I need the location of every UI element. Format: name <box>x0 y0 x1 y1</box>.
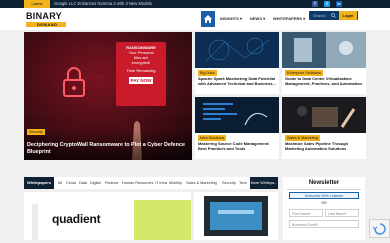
latest-label: Latest <box>24 0 50 8</box>
search-icon[interactable] <box>331 13 336 18</box>
article-card[interactable]: Enterprise Solutions Guide to Data Cente… <box>282 32 366 94</box>
recaptcha-icon <box>372 223 386 235</box>
ransom-timer-label: Time Remaining <box>126 68 156 73</box>
nav-insights[interactable]: INSIGHTS ▾ <box>220 11 242 27</box>
card-image <box>282 97 366 133</box>
site-logo[interactable]: BINARY DEMAND <box>26 12 66 28</box>
tab-cloud[interactable]: Cloud <box>66 177 76 189</box>
whitepaper-tabs: Whitepapers All Cloud Data Digital Finan… <box>24 177 278 189</box>
tab-sales-marketing[interactable]: Sales & Marketing <box>186 177 217 189</box>
article-card[interactable]: Big Data Apache Spark Maximizing Data Po… <box>195 32 279 94</box>
top-ticker-bar: Latest Google LLC Enhances Gemma 2 with … <box>0 0 390 8</box>
nav-news[interactable]: NEWS ▾ <box>250 11 265 27</box>
tab-whitepapers[interactable]: Whitepapers <box>24 177 54 189</box>
logo-binary: BINARY <box>26 11 62 21</box>
tab-security[interactable]: Security <box>222 177 236 189</box>
business-email-field[interactable]: Business Email* <box>289 220 359 228</box>
card-title[interactable]: Mastering Source Code Management: Best P… <box>198 141 278 151</box>
side-whitepaper-image <box>194 192 278 240</box>
home-icon <box>204 15 212 23</box>
linkedin-subscribe-button[interactable]: Subscribe With LinkedIn <box>289 192 359 199</box>
newsletter-panel: Newsletter Subscribe With LinkedIn OR Fi… <box>283 177 365 240</box>
tab-data[interactable]: Data <box>79 177 87 189</box>
hero-title[interactable]: Deciphering CryptoWall Ransomware to Plo… <box>27 142 187 156</box>
tab-tech[interactable]: Tech <box>239 177 247 189</box>
tab-finance[interactable]: Finance <box>105 177 119 189</box>
newsletter-title: Newsletter <box>308 180 340 186</box>
card-image <box>195 32 279 68</box>
linkedin-icon[interactable]: in <box>336 1 342 7</box>
article-card[interactable]: Sales & Marketing Maximize Sales Pipelin… <box>282 97 366 159</box>
featured-whitepaper[interactable]: quadient <box>24 192 191 240</box>
card-title[interactable]: Maximize Sales Pipeline Through Marketin… <box>285 141 365 151</box>
quadient-logo-text: quadient <box>52 212 101 226</box>
tab-digital[interactable]: Digital <box>90 177 101 189</box>
article-card[interactable]: Infra Solutions Mastering Source Code Ma… <box>195 97 279 159</box>
card-title[interactable]: Guide to Data Center Virtualization: Man… <box>285 76 365 86</box>
card-title[interactable]: Apache Spark Maximizing Data Potential w… <box>198 76 278 86</box>
search-placeholder: Search <box>313 13 326 18</box>
logo-demand: DEMAND <box>26 22 66 27</box>
divider <box>287 189 361 190</box>
last-name-field[interactable]: Last Name* <box>325 209 359 217</box>
tab-human-resources[interactable]: Human Resources <box>122 177 153 189</box>
home-button[interactable] <box>201 11 215 27</box>
hero-category-badge[interactable]: Security <box>27 129 45 135</box>
first-name-field[interactable]: First Name* <box>289 209 323 217</box>
twitter-icon[interactable]: t <box>324 1 330 7</box>
site-header: BINARY DEMAND INSIGHTS ▾ NEWS ▾ WHITEPAP… <box>0 8 390 30</box>
main-nav: INSIGHTS ▾ NEWS ▾ WHITEPAPERS ▾ <box>201 11 305 27</box>
ransom-screen: RANSOMWARE Your Personal files are encry… <box>118 45 164 84</box>
tab-mobility[interactable]: Mobility <box>169 177 182 189</box>
facebook-icon[interactable]: f <box>312 1 318 7</box>
nav-whitepapers[interactable]: WHITEPAPERS ▾ <box>273 11 305 27</box>
card-image <box>195 97 279 133</box>
ransom-line: encrypted! <box>131 60 151 65</box>
hero-article[interactable]: RANSOMWARE Your Personal files are encry… <box>24 32 192 160</box>
card-image <box>282 32 366 68</box>
side-whitepaper[interactable] <box>194 192 278 240</box>
more-whitepapers-button[interactable]: More Whitepa... <box>250 177 278 189</box>
tab-all[interactable]: All <box>58 177 62 189</box>
whitepaper-image <box>24 192 191 240</box>
tab-it-infra[interactable]: IT Infra <box>155 177 167 189</box>
pay-now-label: PAY NOW <box>129 77 153 84</box>
recaptcha-badge[interactable] <box>369 219 390 238</box>
or-separator: OR <box>321 201 327 205</box>
ticker-headline[interactable]: Google LLC Enhances Gemma 2 with 3 New M… <box>54 0 152 8</box>
login-button[interactable]: Login <box>339 11 357 20</box>
